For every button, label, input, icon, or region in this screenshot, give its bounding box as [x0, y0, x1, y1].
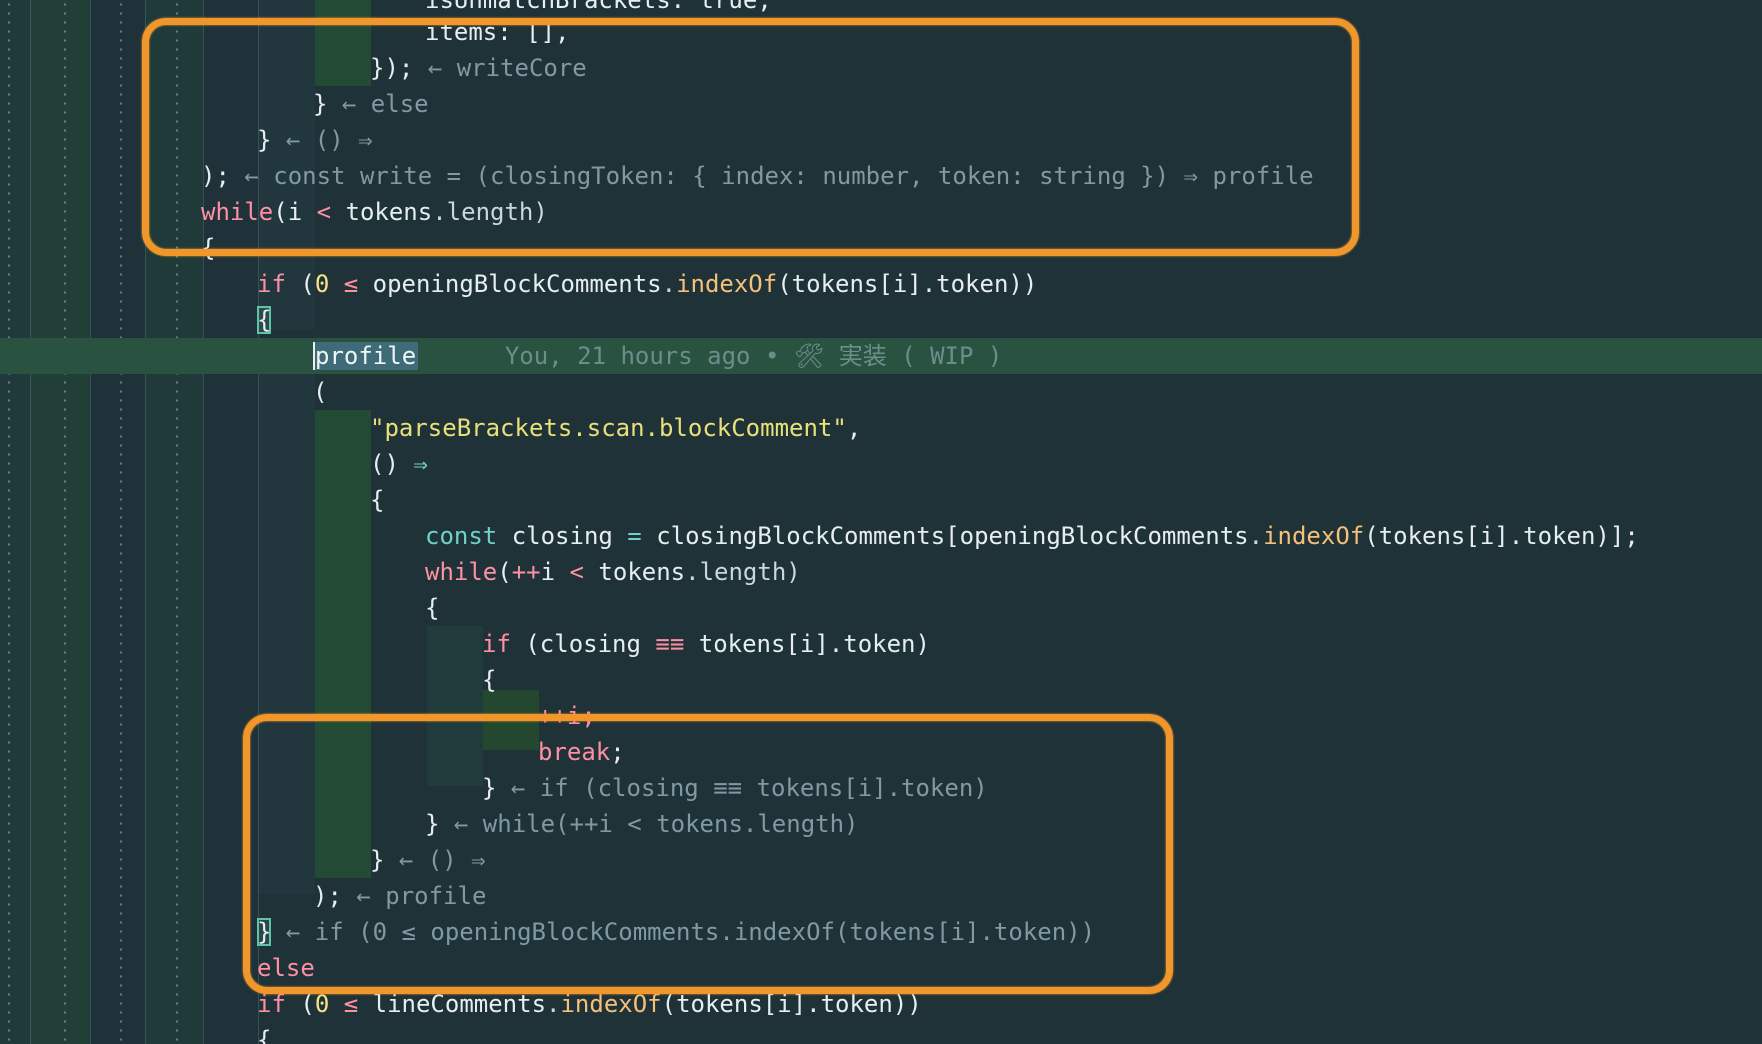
code-text: tokens[i].token)	[684, 630, 930, 658]
code-line: while(++i < tokens.length)	[425, 554, 801, 590]
code-line: (	[313, 374, 327, 410]
keyword: if	[257, 990, 286, 1018]
indent-band	[90, 0, 145, 1044]
operator: =	[627, 522, 642, 550]
code-line-current[interactable]: profile You, 21 hours ago • 🛠 実装 ( WIP )	[313, 338, 1002, 374]
code-text: lineComments	[372, 990, 547, 1018]
arrow-operator: ⇒	[413, 450, 428, 478]
matched-bracket: {	[257, 306, 272, 334]
code-line: if (0 ≤ openingBlockComments.indexOf(tok…	[257, 266, 1037, 302]
indent-band	[30, 0, 90, 1044]
function-name: indexOf	[560, 990, 662, 1018]
code-text: ()	[370, 450, 414, 478]
code-line: {	[257, 1022, 271, 1044]
code-line: const closing = closingBlockComments[ope…	[425, 518, 1639, 554]
code-line: "parseBrackets.scan.blockComment",	[370, 410, 861, 446]
code-text: ,	[846, 414, 862, 442]
code-text: .	[1248, 522, 1264, 550]
operator: ≤	[329, 270, 373, 298]
code-text: openingBlockComments	[372, 270, 662, 298]
code-text: (	[285, 270, 315, 298]
indent-guide	[30, 0, 31, 1044]
code-text: {	[370, 486, 385, 514]
code-line: {	[482, 662, 496, 698]
keyword: if	[482, 630, 511, 658]
keyword: while	[425, 558, 498, 586]
keyword: const	[425, 522, 498, 550]
code-line: {	[370, 482, 384, 518]
indent-guide	[90, 0, 91, 1044]
code-text: (	[497, 558, 512, 586]
code-line: () ⇒	[370, 446, 428, 482]
number: 0	[314, 990, 330, 1018]
keyword: if	[257, 270, 286, 298]
code-text: (tokens[i].token)];	[1364, 522, 1639, 550]
annotation-highlight-box	[243, 714, 1173, 994]
code-text: i	[540, 558, 570, 586]
operator: <	[569, 558, 584, 586]
code-text: (closing	[510, 630, 656, 658]
code-text: closing	[497, 522, 628, 550]
code-text: {	[257, 1026, 272, 1044]
operator: ≡≡	[655, 630, 685, 658]
code-text: isUnmatchBrackets: true,	[425, 0, 772, 14]
whitespace-dots	[64, 0, 66, 1044]
code-line: {	[257, 302, 272, 338]
function-name: indexOf	[1263, 522, 1365, 550]
code-text: (tokens[i].token))	[777, 270, 1038, 298]
selected-word[interactable]: profile	[313, 342, 419, 370]
number: 0	[314, 270, 330, 298]
code-text: .	[546, 990, 561, 1018]
function-name: indexOf	[676, 270, 778, 298]
code-text: {	[482, 666, 497, 694]
code-text: {	[425, 594, 440, 622]
string-literal: "parseBrackets.scan.blockComment"	[370, 414, 847, 442]
whitespace-dots	[8, 0, 10, 1044]
whitespace-dots	[120, 0, 122, 1044]
git-blame-annotation[interactable]: You, 21 hours ago • 🛠 実装 ( WIP )	[505, 342, 1003, 370]
code-editor[interactable]: isUnmatchBrackets: true, items: [], }); …	[0, 0, 1762, 1044]
annotation-highlight-box	[142, 18, 1359, 256]
code-text: (	[285, 990, 315, 1018]
code-text: .	[661, 270, 677, 298]
code-text: (	[313, 378, 328, 406]
indent-band	[0, 0, 30, 1044]
code-text: (tokens[i].token))	[661, 990, 922, 1018]
code-text: closingBlockComments[openingBlockComment…	[641, 522, 1249, 550]
code-text: tokens	[583, 558, 686, 586]
code-text: .length)	[685, 558, 801, 586]
operator: ≤	[329, 990, 373, 1018]
operator: ++	[511, 558, 541, 586]
code-line: {	[425, 590, 439, 626]
code-line: if (closing ≡≡ tokens[i].token)	[482, 626, 930, 662]
